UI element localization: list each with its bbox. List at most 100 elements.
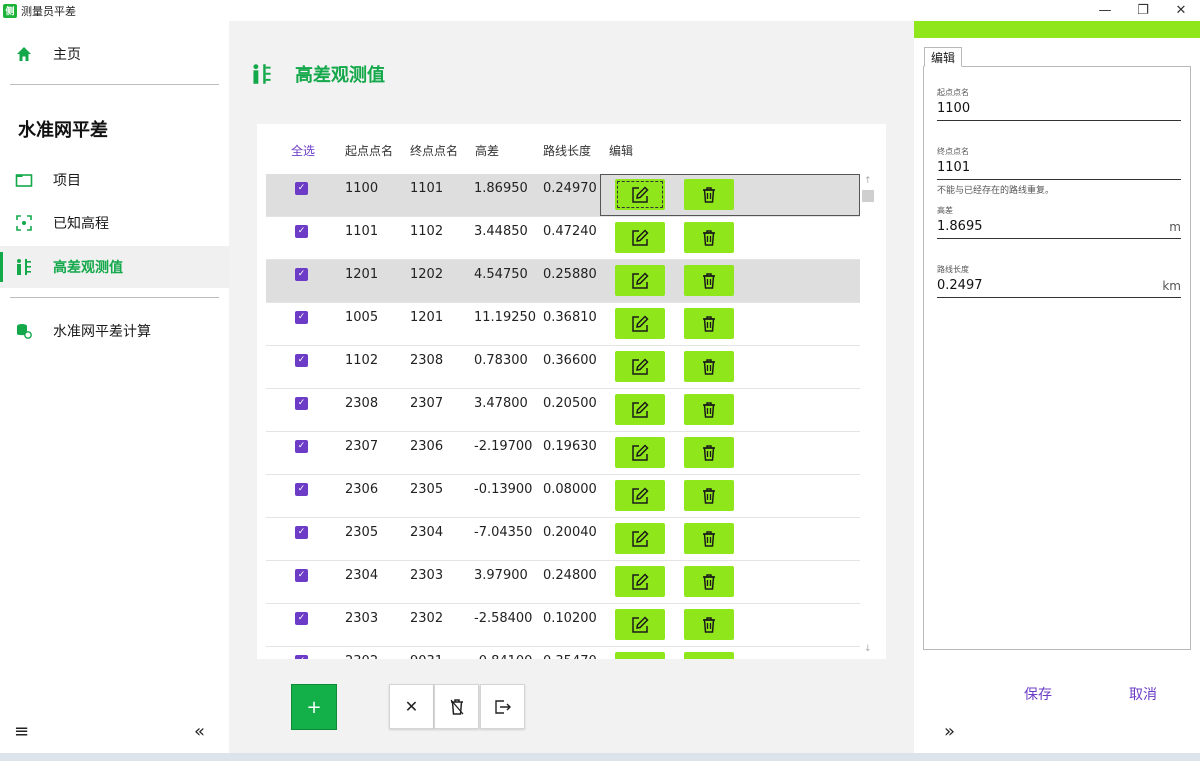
row-checkbox[interactable]: ✓ bbox=[295, 397, 308, 410]
edit-row-button[interactable] bbox=[615, 351, 665, 382]
app-logo-icon: 侧 bbox=[3, 3, 17, 18]
row-checkbox[interactable]: ✓ bbox=[295, 569, 308, 582]
row-checkbox[interactable]: ✓ bbox=[295, 655, 308, 659]
route-length-field[interactable]: 路线长度 0.2497 km bbox=[937, 264, 1181, 298]
height-diff-input[interactable]: 1.8695 m bbox=[937, 219, 1181, 239]
delete-row-button[interactable] bbox=[684, 222, 734, 253]
menu-icon[interactable]: ≡ bbox=[14, 721, 29, 742]
scroll-up-icon[interactable]: ↑ bbox=[864, 176, 872, 186]
delete-row-button[interactable] bbox=[684, 480, 734, 511]
edit-icon bbox=[632, 615, 649, 633]
cancel-button[interactable]: 取消 bbox=[1129, 684, 1157, 704]
edit-row-button[interactable] bbox=[615, 265, 665, 296]
add-row-button[interactable]: + bbox=[291, 684, 337, 730]
cell-height-diff: -2.19700 bbox=[474, 439, 533, 454]
scrollbar[interactable] bbox=[860, 174, 877, 659]
cell-route-length: 0.25880 bbox=[543, 267, 597, 282]
delete-row-button[interactable] bbox=[684, 179, 734, 210]
sidebar-item-label: 已知高程 bbox=[53, 216, 109, 232]
sidebar-item-adjustment-calc[interactable]: 水准网平差计算 bbox=[0, 310, 229, 352]
cell-route-length: 0.36600 bbox=[543, 353, 597, 368]
export-icon bbox=[494, 699, 511, 714]
trash-icon bbox=[703, 358, 715, 375]
table-row[interactable]: ✓ 1005 1201 11.19250 0.36810 bbox=[266, 303, 860, 346]
row-checkbox[interactable]: ✓ bbox=[295, 483, 308, 496]
cell-height-diff: -0.13900 bbox=[474, 482, 533, 497]
table-row[interactable]: ✓ 2303 2302 -2.58400 0.10200 bbox=[266, 604, 860, 647]
select-all-button[interactable]: 全选 bbox=[291, 142, 315, 159]
table-row[interactable]: ✓ 2308 2307 3.47800 0.20500 bbox=[266, 389, 860, 432]
row-checkbox[interactable]: ✓ bbox=[295, 311, 308, 324]
edit-row-button[interactable] bbox=[615, 566, 665, 597]
delete-row-button[interactable] bbox=[684, 609, 734, 640]
edit-row-button[interactable] bbox=[615, 480, 665, 511]
route-length-input[interactable]: 0.2497 km bbox=[937, 278, 1181, 298]
cell-route-length: 0.10200 bbox=[543, 611, 597, 626]
edit-row-button[interactable] bbox=[615, 523, 665, 554]
row-checkbox[interactable]: ✓ bbox=[295, 225, 308, 238]
collapse-sidebar-icon[interactable]: « bbox=[194, 721, 205, 742]
clear-button[interactable]: ✕ bbox=[389, 684, 434, 729]
sidebar-item-height-diff[interactable]: 高差观测值 bbox=[0, 246, 229, 288]
delete-all-icon bbox=[450, 698, 463, 715]
height-diff-field[interactable]: 高差 1.8695 m bbox=[937, 205, 1181, 239]
end-point-field[interactable]: 终点点名 1101 bbox=[937, 146, 1181, 180]
table-row[interactable]: ✓ 2304 2303 3.97900 0.24800 bbox=[266, 561, 860, 604]
edit-row-button[interactable] bbox=[615, 308, 665, 339]
column-header-start: 起点点名 bbox=[345, 144, 394, 158]
close-button[interactable]: ✕ bbox=[1162, 0, 1200, 21]
delete-row-button[interactable] bbox=[684, 652, 734, 659]
row-checkbox[interactable]: ✓ bbox=[295, 526, 308, 539]
scrollbar-thumb[interactable] bbox=[862, 190, 874, 202]
delete-row-button[interactable] bbox=[684, 308, 734, 339]
home-icon bbox=[15, 45, 33, 63]
field-label: 终点点名 bbox=[937, 147, 969, 156]
edit-form: 起点点名 1100 终点点名 1101 不能与已经存在的路线重复。 高差 1.8… bbox=[923, 66, 1191, 650]
tab-edit[interactable]: 编辑 bbox=[924, 47, 963, 67]
edit-row-button[interactable] bbox=[615, 394, 665, 425]
delete-row-button[interactable] bbox=[684, 566, 734, 597]
table-row[interactable]: ✓ 1101 1102 3.44850 0.47240 bbox=[266, 217, 860, 260]
edit-row-button[interactable] bbox=[615, 437, 665, 468]
table-row[interactable]: ✓ 1100 1101 1.86950 0.24970 bbox=[266, 174, 860, 217]
row-checkbox[interactable]: ✓ bbox=[295, 182, 308, 195]
sidebar-item-home[interactable]: 主页 bbox=[0, 33, 229, 75]
start-point-input[interactable]: 1100 bbox=[937, 101, 1181, 121]
cell-end-point: 9031 bbox=[410, 654, 443, 659]
cell-end-point: 2302 bbox=[410, 611, 444, 626]
table-row[interactable]: ✓ 2305 2304 -7.04350 0.20040 bbox=[266, 518, 860, 561]
delete-all-button[interactable] bbox=[434, 684, 479, 729]
table-row[interactable]: ✓ 2307 2306 -2.19700 0.19630 bbox=[266, 432, 860, 475]
edit-row-button[interactable] bbox=[615, 222, 665, 253]
row-checkbox[interactable]: ✓ bbox=[295, 354, 308, 367]
table-row[interactable]: ✓ 1201 1202 4.54750 0.25880 bbox=[266, 260, 860, 303]
table-row[interactable]: ✓ 2302 9031 -0.84100 0.35470 bbox=[266, 647, 860, 659]
table-row[interactable]: ✓ 2306 2305 -0.13900 0.08000 bbox=[266, 475, 860, 518]
sidebar-item-known-elevation[interactable]: 已知高程 bbox=[0, 202, 229, 244]
edit-row-button[interactable] bbox=[615, 179, 665, 210]
minimize-button[interactable]: — bbox=[1086, 0, 1124, 21]
delete-row-button[interactable] bbox=[684, 523, 734, 554]
row-checkbox[interactable]: ✓ bbox=[295, 268, 308, 281]
delete-row-button[interactable] bbox=[684, 437, 734, 468]
delete-row-button[interactable] bbox=[684, 394, 734, 425]
delete-row-button[interactable] bbox=[684, 351, 734, 382]
end-point-input[interactable]: 1101 bbox=[937, 160, 1181, 180]
start-point-field[interactable]: 起点点名 1100 bbox=[937, 87, 1181, 121]
taskbar bbox=[0, 753, 1200, 761]
edit-row-button[interactable] bbox=[615, 652, 665, 659]
row-checkbox[interactable]: ✓ bbox=[295, 612, 308, 625]
expand-panel-icon[interactable]: » bbox=[944, 721, 955, 742]
cell-start-point: 1005 bbox=[345, 310, 379, 325]
export-button[interactable] bbox=[480, 684, 525, 729]
edit-icon bbox=[632, 228, 649, 246]
sidebar-item-project[interactable]: 项目 bbox=[0, 159, 229, 201]
edit-row-button[interactable] bbox=[615, 609, 665, 640]
restore-button[interactable]: ❐ bbox=[1124, 0, 1162, 21]
save-button[interactable]: 保存 bbox=[1024, 684, 1052, 704]
table-row[interactable]: ✓ 1102 2308 0.78300 0.36600 bbox=[266, 346, 860, 389]
row-checkbox[interactable]: ✓ bbox=[295, 440, 308, 453]
edit-icon bbox=[632, 314, 649, 332]
scroll-down-icon[interactable]: ↓ bbox=[864, 644, 872, 654]
delete-row-button[interactable] bbox=[684, 265, 734, 296]
